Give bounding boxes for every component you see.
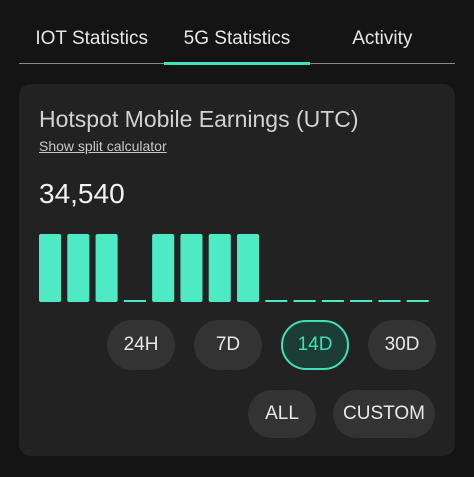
chart-bar-14: [406, 300, 429, 302]
earnings-card: Hotspot Mobile Earnings (UTC) Show split…: [19, 84, 455, 456]
chart-bar-13: [378, 300, 401, 302]
chart-bar-5: [152, 234, 175, 302]
show-split-calculator-link[interactable]: Show split calculator: [39, 138, 167, 154]
chart-bar-8: [237, 234, 260, 302]
chart-bar-3: [95, 234, 118, 302]
chart-bar-4: [123, 300, 146, 302]
chart-bar-7: [208, 234, 231, 302]
chart-bar-10: [293, 300, 316, 302]
tab-5g-statistics[interactable]: 5G Statistics: [164, 20, 310, 65]
tab-iot-statistics[interactable]: IOT Statistics: [19, 20, 164, 63]
range-30d-button[interactable]: 30D: [368, 320, 436, 370]
chart-bar-6: [180, 234, 203, 302]
chart-bar-12: [350, 300, 373, 302]
range-all-button[interactable]: ALL: [248, 390, 316, 438]
range-7d-button[interactable]: 7D: [194, 320, 262, 370]
card-title: Hotspot Mobile Earnings (UTC): [39, 106, 359, 132]
earnings-total: 34,540: [39, 178, 125, 209]
tab-activity[interactable]: Activity: [310, 20, 455, 63]
range-custom-button[interactable]: CUSTOM: [333, 390, 435, 438]
stats-tab-bar: IOT Statistics 5G Statistics Activity: [19, 20, 455, 65]
range-24h-button[interactable]: 24H: [107, 320, 175, 370]
earnings-bar-chart: [39, 234, 429, 302]
chart-bar-9: [265, 300, 288, 302]
chart-bar-1: [39, 234, 62, 302]
chart-bar-2: [67, 234, 90, 302]
range-14d-button[interactable]: 14D: [281, 320, 349, 370]
chart-bar-11: [321, 300, 344, 302]
